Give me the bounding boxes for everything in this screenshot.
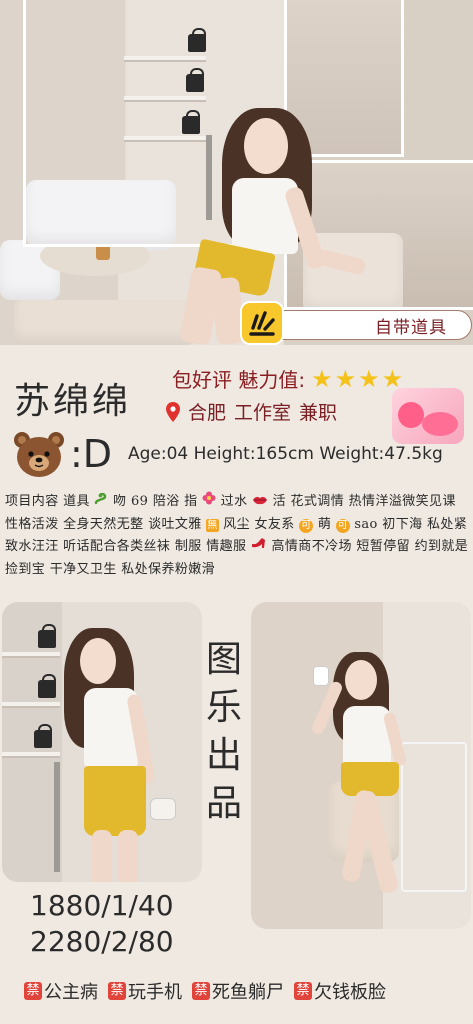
body-stats: Age:04 Height:165cm Weight:47.5kg — [128, 444, 443, 464]
star-icon: ★ — [358, 364, 380, 393]
ban-icon: 禁 — [294, 982, 312, 1000]
ban-icon: 禁 — [108, 982, 126, 1000]
title-char: 品 — [205, 783, 242, 824]
shelf — [2, 752, 60, 758]
title-char: 乐 — [205, 687, 242, 728]
location-line: 合肥 工作室 兼职 — [166, 398, 337, 425]
model-name: 苏绵绵 — [14, 381, 132, 422]
price-line: 1880/1/40 — [30, 889, 174, 922]
star-icon: ★ — [381, 364, 404, 393]
handbag-icon — [38, 674, 56, 698]
ban-label: 死鱼躺尸 — [212, 982, 284, 1003]
title-char: 出 — [205, 735, 242, 776]
desc-text: 吻 69 陪浴 指 — [113, 494, 198, 509]
desc-text: 风尘 女友系 — [223, 516, 295, 532]
lips-icon — [252, 491, 268, 514]
cup-size: :D — [70, 432, 113, 476]
service-description: 项目内容 道具 吻 69 陪浴 指 过水 活 花式调情 热情洋溢微笑见课 性格活… — [5, 491, 471, 581]
toy-photo — [392, 388, 464, 444]
snake-icon — [94, 491, 108, 514]
desc-text: 项目内容 道具 — [5, 494, 90, 509]
ke-box-icon: 可 — [299, 518, 314, 533]
bear-icon — [14, 432, 64, 477]
stanchion-pole — [54, 762, 60, 872]
ban-item: 禁 公主病 — [24, 978, 98, 1004]
rating-prefix: 包好评 魅力值: — [172, 368, 306, 392]
ke-box-icon: 可 — [335, 518, 350, 533]
model-photo-bottom-right — [251, 602, 471, 929]
handbag-icon — [38, 624, 56, 648]
ban-icon: 禁 — [192, 982, 210, 1000]
star-icon: ★ — [334, 364, 357, 393]
price-line: 2280/2/80 — [30, 925, 174, 958]
ban-label: 欠钱板脸 — [314, 982, 386, 1003]
price-list: 1880/1/40 2280/2/80 — [30, 888, 174, 960]
desc-text: 萌 — [317, 516, 332, 532]
rating-line: 包好评 魅力值: ★ ★ ★ ★ — [172, 364, 403, 393]
props-included-label: 自带道具 — [375, 317, 447, 338]
model-figure-top — [0, 0, 473, 347]
toy-egg — [422, 412, 458, 436]
toy-egg — [398, 402, 424, 428]
location-city: 合肥 — [188, 402, 227, 424]
handbag — [150, 798, 176, 820]
ban-list: 禁 公主病 禁 玩手机 禁 死鱼躺尸 禁 欠钱板脸 — [24, 978, 386, 1004]
job-type: 兼职 — [299, 402, 338, 424]
studio-vertical-title: 图 乐 出 品 — [203, 636, 245, 828]
cart — [401, 742, 467, 892]
ban-item: 禁 玩手机 — [108, 978, 182, 1004]
title-char: 图 — [205, 639, 242, 680]
high-heel-icon — [251, 536, 267, 559]
wu-box-icon: 無 — [206, 518, 219, 532]
ban-item: 禁 欠钱板脸 — [294, 978, 386, 1004]
cup — [313, 666, 329, 686]
handbag-icon — [34, 724, 52, 748]
star-icon: ★ — [311, 364, 333, 393]
ban-label: 公主病 — [44, 982, 98, 1003]
shelf — [2, 652, 60, 658]
ban-item: 禁 死鱼躺尸 — [192, 978, 284, 1004]
ban-label: 玩手机 — [128, 982, 182, 1003]
model-photo-bottom-left — [2, 602, 202, 882]
burst-icon — [240, 301, 284, 345]
top-photo-collage — [0, 0, 473, 347]
desc-text: 过水 — [220, 494, 248, 509]
pin-icon — [166, 401, 180, 422]
charm-stars: ★ ★ ★ ★ — [311, 367, 403, 391]
location-workplace: 工作室 — [234, 402, 292, 424]
flower-icon — [202, 491, 216, 514]
ban-icon: 禁 — [24, 982, 42, 1000]
shelf — [2, 702, 60, 708]
